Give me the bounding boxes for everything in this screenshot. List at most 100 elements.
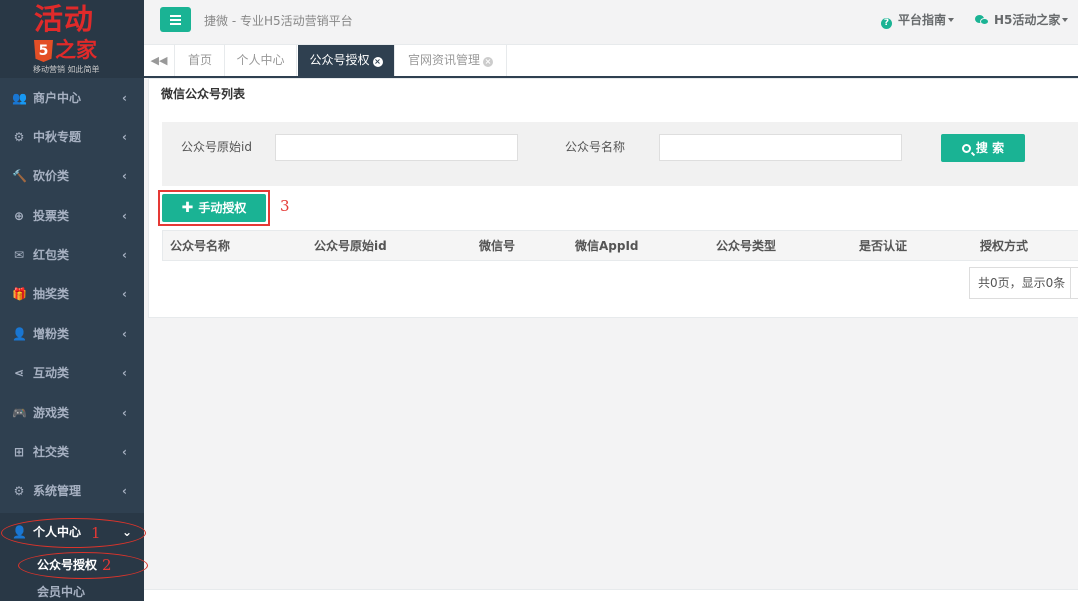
annotation-ellipse-wechat-auth — [18, 552, 148, 579]
tab-label: 官网资讯管理 — [407, 53, 480, 67]
column-header[interactable]: 公众号名称 — [170, 238, 230, 254]
gear-circle-icon: ⚙ — [13, 130, 25, 144]
manual-auth-button[interactable]: ✚ 手动授权 — [162, 194, 266, 222]
sidebar-item-mid-autumn[interactable]: ⚙ 中秋专题 ‹ — [0, 118, 144, 157]
column-header[interactable]: 公众号原始id — [314, 238, 387, 254]
sidebar-item-label: 社交类 — [33, 445, 70, 459]
column-header[interactable]: 微信号 — [479, 238, 515, 254]
account-label: H5活动之家 — [994, 13, 1061, 27]
label-account-name: 公众号名称 — [565, 140, 626, 154]
share-icon: ⋖ — [13, 366, 25, 380]
gift-icon: 🎁 — [12, 287, 27, 301]
sidebar-item-label: 互动类 — [33, 366, 70, 380]
original-id-input[interactable] — [275, 134, 518, 161]
tab-wechat-auth[interactable]: 公众号授权 × — [298, 45, 395, 76]
sidebar-item-lottery[interactable]: 🎁 抽奖类 ‹ — [0, 275, 144, 314]
search-icon — [961, 144, 971, 153]
page-tabs: ◀◀ 首页 个人中心 公众号授权 × 官网资讯管理 × — [144, 45, 1078, 78]
search-button[interactable]: 搜 索 — [941, 134, 1025, 162]
sidebar-item-fans[interactable]: 👤 增粉类 ‹ — [0, 315, 144, 354]
sidebar-item-label: 游戏类 — [33, 406, 70, 420]
close-icon[interactable]: × — [483, 57, 493, 67]
annotation-number-3: 3 — [280, 197, 290, 215]
annotation-box-manual-auth: ✚ 手动授权 — [158, 190, 270, 226]
hamburger-bar — [170, 23, 181, 25]
sidebar-item-red-packet[interactable]: ✉ 红包类 ‹ — [0, 236, 144, 275]
sidebar-item-label: 红包类 — [33, 248, 70, 262]
sidebar-item-vote[interactable]: ⊕ 投票类 ‹ — [0, 197, 144, 236]
pagination-text: 共0页，显示0条 — [978, 276, 1066, 290]
plus-square-icon: ⊞ — [13, 445, 25, 459]
gamepad-icon: 🎮 — [12, 406, 27, 420]
chevron-left-icon: ‹ — [122, 91, 127, 105]
sidebar-item-games[interactable]: 🎮 游戏类 ‹ — [0, 394, 144, 433]
sidebar-item-system[interactable]: ⚙ 系统管理 ‹ — [0, 472, 144, 511]
chevron-left-icon: ‹ — [122, 169, 127, 183]
caret-down-icon — [1062, 18, 1069, 22]
account-dropdown[interactable]: H5活动之家 — [975, 12, 1069, 28]
label-original-id: 公众号原始id — [181, 140, 252, 154]
wechat-icon — [975, 15, 989, 25]
menu-toggle-button[interactable] — [160, 7, 191, 32]
chevron-left-icon: ‹ — [122, 406, 127, 420]
users-icon: 👥 — [12, 91, 27, 105]
main-panel: 微信公众号列表 公众号原始id 公众号名称 搜 索 ✚ 手动授权 3 公众号名称 … — [148, 78, 1078, 318]
column-header[interactable]: 是否认证 — [859, 238, 907, 254]
table-header: 公众号名称 公众号原始id 微信号 微信AppId 公众号类型 是否认证 授权方… — [162, 230, 1078, 261]
account-name-input[interactable] — [659, 134, 902, 161]
tab-label: 首页 — [187, 53, 212, 67]
plus-icon: ✚ — [181, 200, 194, 216]
chevron-left-icon: ‹ — [122, 484, 127, 498]
platform-name: 捷微 - 专业H5活动营销平台 — [204, 14, 353, 28]
html5-badge-icon: 5 — [34, 40, 53, 62]
tabs-scroll-left-button[interactable]: ◀◀ — [144, 45, 175, 76]
logo[interactable]: 活动 5 之家 移动营销 如此简单 — [0, 0, 144, 78]
sidebar-item-label: 系统管理 — [33, 484, 82, 498]
annotation-ellipse-personal-center — [1, 518, 146, 548]
page-title: 微信公众号列表 — [161, 87, 246, 101]
column-header[interactable]: 公众号类型 — [716, 238, 776, 254]
platform-guide-label: 平台指南 — [898, 13, 947, 27]
sidebar-item-interactive[interactable]: ⋖ 互动类 ‹ — [0, 354, 144, 393]
footer — [144, 590, 1078, 601]
chevron-left-icon: ‹ — [122, 248, 127, 262]
chevron-left-icon: ‹ — [122, 130, 127, 144]
search-button-label: 搜 索 — [975, 141, 1005, 155]
platform-guide-dropdown[interactable]: ? 平台指南 — [881, 12, 955, 29]
sidebar-item-label: 商户中心 — [33, 91, 82, 105]
gavel-icon: 🔨 — [12, 169, 27, 183]
manual-auth-label: 手动授权 — [198, 201, 247, 215]
chevron-left-icon: ‹ — [122, 445, 127, 459]
question-circle-icon: ? — [881, 18, 892, 29]
column-header[interactable]: 微信AppId — [575, 238, 639, 254]
sidebar-item-bargain[interactable]: 🔨 砍价类 ‹ — [0, 157, 144, 196]
sidebar-subitem-label: 会员中心 — [37, 585, 86, 599]
caret-down-icon — [948, 18, 955, 22]
logo-slogan: 移动营销 如此简单 — [33, 65, 100, 74]
sidebar-item-label: 增粉类 — [33, 327, 70, 341]
logo-text-main: 活动 — [34, 2, 95, 36]
sidebar-subitem-member-center[interactable]: 会员中心 — [0, 579, 144, 601]
logo-text-sub: 之家 — [55, 38, 97, 62]
top-navbar: 捷微 - 专业H5活动营销平台 ? 平台指南 H5活动之家 — [144, 0, 1078, 45]
user-plus-icon: 👤 — [12, 327, 27, 341]
column-header[interactable]: 授权方式 — [980, 238, 1028, 254]
lifebuoy-icon: ⊕ — [13, 209, 25, 223]
chevron-left-icon: ‹ — [122, 287, 127, 301]
annotation-number-2: 2 — [102, 556, 112, 574]
close-icon[interactable]: × — [372, 57, 383, 67]
sidebar-item-label: 抽奖类 — [33, 287, 70, 301]
hamburger-bar — [170, 15, 181, 17]
chevron-left-icon: ‹ — [122, 209, 127, 223]
annotation-number-1: 1 — [91, 524, 101, 542]
tab-home[interactable]: 首页 — [176, 45, 225, 76]
sidebar: 活动 5 之家 移动营销 如此简单 👥 商户中心 ‹ ⚙ 中秋专题 ‹ 🔨 砍价… — [0, 0, 148, 601]
gear-icon: ⚙ — [13, 484, 25, 498]
tab-label: 个人中心 — [236, 53, 285, 67]
pagination-divider — [1070, 268, 1071, 298]
tab-personal-center[interactable]: 个人中心 — [225, 45, 297, 76]
sidebar-item-merchant[interactable]: 👥 商户中心 ‹ — [0, 79, 144, 118]
hamburger-bar — [170, 19, 181, 21]
sidebar-item-social[interactable]: ⊞ 社交类 ‹ — [0, 433, 144, 472]
tab-website-news[interactable]: 官网资讯管理 × — [395, 45, 507, 76]
